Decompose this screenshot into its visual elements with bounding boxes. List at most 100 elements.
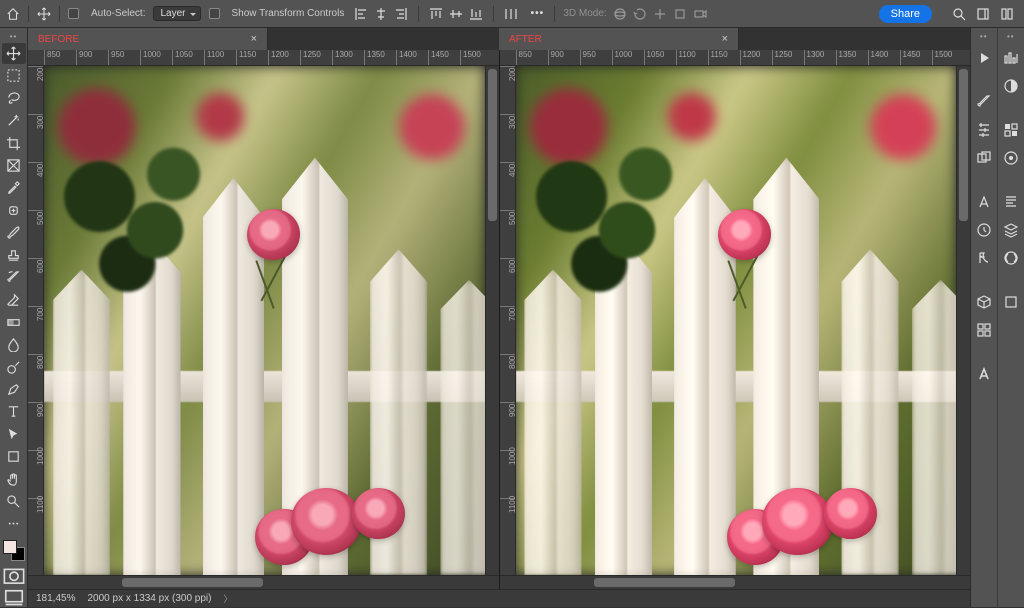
histogram-panel-icon[interactable] — [1000, 47, 1022, 69]
brush-tool[interactable] — [2, 222, 26, 243]
ruler-tick: 300 — [36, 116, 44, 129]
dodge-tool[interactable] — [2, 356, 26, 377]
arrange-icon[interactable] — [1000, 7, 1014, 21]
canvas[interactable] — [516, 66, 957, 575]
3d-pan-icon[interactable] — [653, 7, 667, 21]
eyedropper-tool[interactable] — [2, 177, 26, 198]
ruler-tick: 1450 — [903, 50, 921, 59]
path-select-tool[interactable] — [2, 424, 26, 445]
zoom-tool[interactable] — [2, 491, 26, 512]
3d-slide-icon[interactable] — [673, 7, 687, 21]
workspace-icon[interactable] — [976, 7, 990, 21]
auto-select-dropdown[interactable]: Layer — [153, 6, 200, 21]
panel-grip-icon[interactable]: •• — [0, 32, 27, 42]
close-icon[interactable]: × — [251, 33, 257, 45]
align-group-2 — [427, 5, 485, 23]
align-center-v-icon[interactable] — [447, 5, 465, 23]
align-center-h-icon[interactable] — [372, 5, 390, 23]
ruler-vertical[interactable]: 200 300 400 500 600 700 800 900 1000 110… — [28, 66, 44, 575]
ruler-horizontal[interactable]: 850 900 950 1000 1050 1100 1150 1200 125… — [28, 50, 499, 66]
stamp-tool[interactable] — [2, 244, 26, 265]
color-swatches[interactable] — [3, 540, 25, 561]
crop-tool[interactable] — [2, 132, 26, 153]
ruler-tick: 1050 — [647, 50, 665, 59]
more-options-icon[interactable]: ••• — [528, 5, 546, 23]
pen-tool[interactable] — [2, 379, 26, 400]
actions-panel-icon[interactable] — [973, 47, 995, 69]
show-transform-checkbox[interactable] — [209, 8, 220, 19]
3d-rotate-icon[interactable] — [633, 7, 647, 21]
adjustments-panel-icon[interactable] — [1000, 147, 1022, 169]
properties-panel-icon[interactable] — [1000, 291, 1022, 313]
3d-orbit-icon[interactable] — [613, 7, 627, 21]
3d-camera-icon[interactable] — [693, 7, 707, 21]
scrollbar-vertical[interactable] — [956, 66, 970, 575]
marquee-tool[interactable] — [2, 65, 26, 86]
paragraph-panel-icon[interactable] — [1000, 191, 1022, 213]
styles-panel-icon[interactable] — [973, 247, 995, 269]
glyphs-panel-icon[interactable] — [973, 363, 995, 385]
panel-grip-icon[interactable]: •• — [1007, 32, 1015, 41]
heal-tool[interactable] — [2, 200, 26, 221]
align-left-icon[interactable] — [352, 5, 370, 23]
ruler-tick: 900 — [508, 404, 516, 417]
wand-tool[interactable] — [2, 110, 26, 131]
ruler-tick: 850 — [519, 50, 532, 59]
blur-tool[interactable] — [2, 334, 26, 355]
scrollbar-horizontal[interactable] — [28, 575, 499, 589]
home-icon[interactable] — [6, 7, 20, 21]
edit-toolbar-icon[interactable] — [2, 513, 26, 534]
lasso-tool[interactable] — [2, 88, 26, 109]
move-tool[interactable] — [2, 43, 26, 64]
panel-column-right: •• — [998, 28, 1024, 607]
chevron-right-icon[interactable]: 〉 — [223, 592, 232, 605]
3d-mode-group: 3D Mode: — [563, 7, 706, 21]
shape-tool[interactable] — [2, 446, 26, 467]
align-right-icon[interactable] — [392, 5, 410, 23]
auto-select-checkbox[interactable] — [68, 8, 79, 19]
frame-tool[interactable] — [2, 155, 26, 176]
info-panel-icon[interactable] — [1000, 75, 1022, 97]
layers-panel-icon[interactable] — [1000, 219, 1022, 241]
clone-source-panel-icon[interactable] — [973, 147, 995, 169]
eraser-tool[interactable] — [2, 289, 26, 310]
close-icon[interactable]: × — [722, 33, 728, 45]
move-tool-icon[interactable] — [37, 7, 51, 21]
ruler-horizontal[interactable]: 850 900 950 1000 1050 1100 1150 1200 125… — [500, 50, 971, 66]
history-panel-icon[interactable] — [973, 219, 995, 241]
document-dimensions[interactable]: 2000 px x 1334 px (300 ppi) — [87, 593, 211, 604]
quick-mask-icon[interactable] — [3, 568, 25, 584]
scrollbar-vertical[interactable] — [485, 66, 499, 575]
screen-mode-icon[interactable] — [3, 589, 25, 607]
scrollbar-horizontal[interactable] — [500, 575, 971, 589]
share-button[interactable]: Share — [879, 5, 932, 23]
character-panel-icon[interactable] — [973, 191, 995, 213]
align-top-icon[interactable] — [427, 5, 445, 23]
panel-grip-icon[interactable]: •• — [980, 32, 988, 41]
distribute-icon[interactable] — [502, 5, 520, 23]
libraries-panel-icon[interactable] — [1000, 247, 1022, 269]
ruler-tick: 1000 — [508, 447, 516, 465]
brushes-panel-icon[interactable] — [973, 91, 995, 113]
history-brush-tool[interactable] — [2, 267, 26, 288]
search-icon[interactable] — [952, 7, 966, 21]
tool-presets-panel-icon[interactable] — [973, 119, 995, 141]
zoom-level[interactable]: 181,45% — [36, 593, 75, 604]
swatches-panel-icon[interactable] — [1000, 119, 1022, 141]
gradient-tool[interactable] — [2, 312, 26, 333]
show-transform-label: Show Transform Controls — [232, 8, 345, 19]
navigator-panel-icon[interactable] — [973, 319, 995, 341]
hand-tool[interactable] — [2, 468, 26, 489]
document-pane-right: 850 900 950 1000 1050 1100 1150 1200 125… — [500, 50, 971, 589]
document-tab-right[interactable]: AFTER × — [499, 28, 739, 50]
tab-title: AFTER — [509, 34, 714, 45]
type-tool[interactable] — [2, 401, 26, 422]
foreground-color-swatch[interactable] — [3, 540, 17, 554]
document-image — [44, 66, 485, 575]
align-bottom-icon[interactable] — [467, 5, 485, 23]
ruler-tick: 400 — [36, 164, 44, 177]
canvas[interactable] — [44, 66, 485, 575]
ruler-vertical[interactable]: 200 300 400 500 600 700 800 900 1000 110… — [500, 66, 516, 575]
document-tab-left[interactable]: BEFORE × — [28, 28, 268, 50]
3d-panel-icon[interactable] — [973, 291, 995, 313]
